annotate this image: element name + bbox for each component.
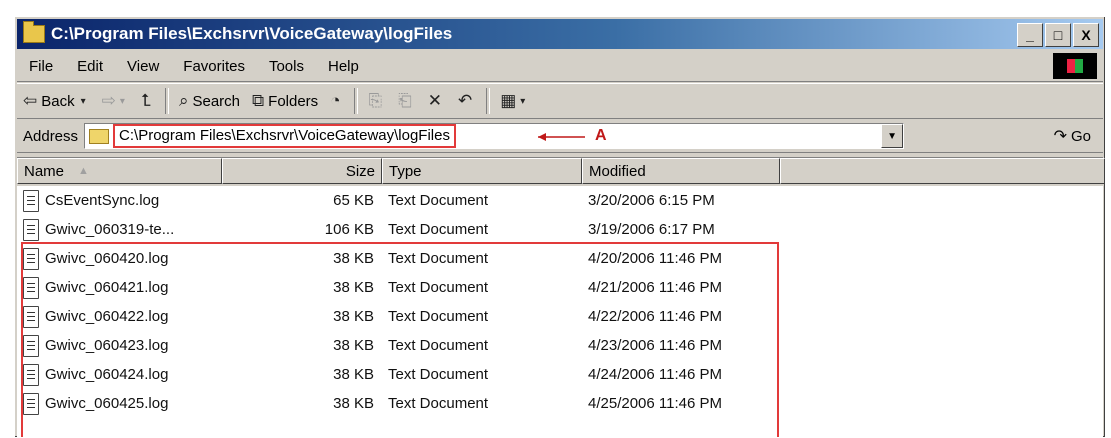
history-icon: ◔ bbox=[330, 91, 341, 110]
chevron-down-icon: ▾ bbox=[119, 95, 125, 107]
column-header-type[interactable]: Type bbox=[382, 158, 582, 184]
chevron-down-icon: ▾ bbox=[520, 95, 526, 107]
column-header-modified[interactable]: Modified bbox=[582, 158, 780, 184]
delete-icon: ✕ bbox=[427, 91, 442, 110]
chevron-down-icon: ▾ bbox=[80, 95, 86, 107]
delete-button[interactable]: ✕ bbox=[422, 87, 452, 115]
copy-to-button[interactable]: ⎗ bbox=[392, 87, 422, 115]
text-document-icon bbox=[23, 189, 39, 212]
chevron-down-icon: ▼ bbox=[887, 130, 897, 142]
standard-toolbar: ⇦ Back ▾ ⇨ ▾ ⮤ ⌕ Search ⧉ Folders ◔ ⎘ ⎗ bbox=[17, 83, 1103, 119]
go-button[interactable]: ↷ Go bbox=[1054, 126, 1103, 146]
views-button[interactable]: ▦ ▾ bbox=[494, 87, 535, 115]
toolbar-separator bbox=[354, 88, 359, 114]
menu-view[interactable]: View bbox=[115, 58, 171, 75]
back-label: Back bbox=[41, 92, 75, 110]
search-button[interactable]: ⌕ Search bbox=[173, 87, 246, 115]
text-document-icon bbox=[23, 218, 39, 241]
go-label: Go bbox=[1070, 127, 1091, 145]
folders-label: Folders bbox=[268, 92, 319, 110]
column-header-empty bbox=[780, 158, 1105, 184]
list-header: Name ▲ Size Type Modified bbox=[17, 158, 1105, 186]
undo-button[interactable]: ↶ bbox=[452, 87, 482, 115]
caption-buttons: _ □ X bbox=[1017, 23, 1099, 47]
go-arrow-icon: ↷ bbox=[1053, 128, 1067, 145]
menu-bar: File Edit View Favorites Tools Help bbox=[17, 51, 1103, 82]
forward-arrow-icon: ⇨ bbox=[101, 91, 116, 110]
address-path[interactable]: C:\Program Files\Exchsrvr\VoiceGateway\l… bbox=[113, 124, 456, 148]
folder-icon bbox=[23, 21, 45, 43]
list-item[interactable]: Gwivc_060319-te... 106 KB Text Document … bbox=[17, 215, 1103, 244]
menu-file[interactable]: File bbox=[17, 58, 65, 75]
address-label: Address bbox=[23, 127, 79, 145]
file-list: Name ▲ Size Type Modified CsEventSync.lo… bbox=[17, 157, 1105, 437]
toolbar-separator bbox=[486, 88, 491, 114]
title-bar[interactable]: C:\Program Files\Exchsrvr\VoiceGateway\l… bbox=[17, 19, 1103, 49]
search-icon: ⌕ bbox=[178, 91, 189, 110]
move-to-icon: ⎘ bbox=[368, 91, 383, 110]
windows-logo-icon bbox=[1053, 53, 1097, 79]
address-bar: Address C:\Program Files\Exchsrvr\VoiceG… bbox=[17, 120, 1103, 153]
folders-button[interactable]: ⧉ Folders bbox=[246, 87, 324, 115]
copy-to-icon: ⎗ bbox=[398, 91, 412, 110]
folders-icon: ⧉ bbox=[252, 91, 265, 110]
address-dropdown-button[interactable]: ▼ bbox=[881, 124, 904, 148]
search-label: Search bbox=[192, 92, 241, 110]
list-item[interactable]: CsEventSync.log 65 KB Text Document 3/20… bbox=[17, 186, 1103, 215]
menu-help[interactable]: Help bbox=[316, 58, 371, 75]
toolbar-separator bbox=[164, 88, 169, 114]
explorer-window: C:\Program Files\Exchsrvr\VoiceGateway\l… bbox=[14, 16, 1106, 438]
back-button[interactable]: ⇦ Back ▾ bbox=[17, 87, 96, 115]
undo-icon: ↶ bbox=[457, 91, 473, 110]
annotation-a-label: A bbox=[595, 127, 607, 144]
highlight-box-b bbox=[21, 242, 779, 437]
menu-favorites[interactable]: Favorites bbox=[171, 58, 257, 75]
up-folder-icon: ⮤ bbox=[140, 91, 151, 110]
column-header-size[interactable]: Size bbox=[222, 158, 382, 184]
history-button[interactable]: ◔ bbox=[324, 87, 350, 115]
folder-icon bbox=[89, 128, 110, 144]
close-button[interactable]: X bbox=[1073, 23, 1099, 47]
minimize-button[interactable]: _ bbox=[1017, 23, 1043, 47]
window-title: C:\Program Files\Exchsrvr\VoiceGateway\l… bbox=[51, 24, 453, 43]
menu-tools[interactable]: Tools bbox=[257, 58, 316, 75]
forward-button[interactable]: ⇨ ▾ bbox=[96, 87, 135, 115]
address-field[interactable]: C:\Program Files\Exchsrvr\VoiceGateway\l… bbox=[84, 123, 905, 149]
column-header-name[interactable]: Name ▲ bbox=[17, 158, 222, 184]
up-folder-button[interactable]: ⮤ bbox=[135, 87, 161, 115]
maximize-button[interactable]: □ bbox=[1045, 23, 1071, 47]
menu-edit[interactable]: Edit bbox=[65, 58, 115, 75]
back-arrow-icon: ⇦ bbox=[23, 91, 38, 110]
move-to-button[interactable]: ⎘ bbox=[362, 87, 392, 115]
sort-ascending-icon: ▲ bbox=[78, 165, 89, 177]
views-icon: ▦ bbox=[500, 91, 517, 110]
